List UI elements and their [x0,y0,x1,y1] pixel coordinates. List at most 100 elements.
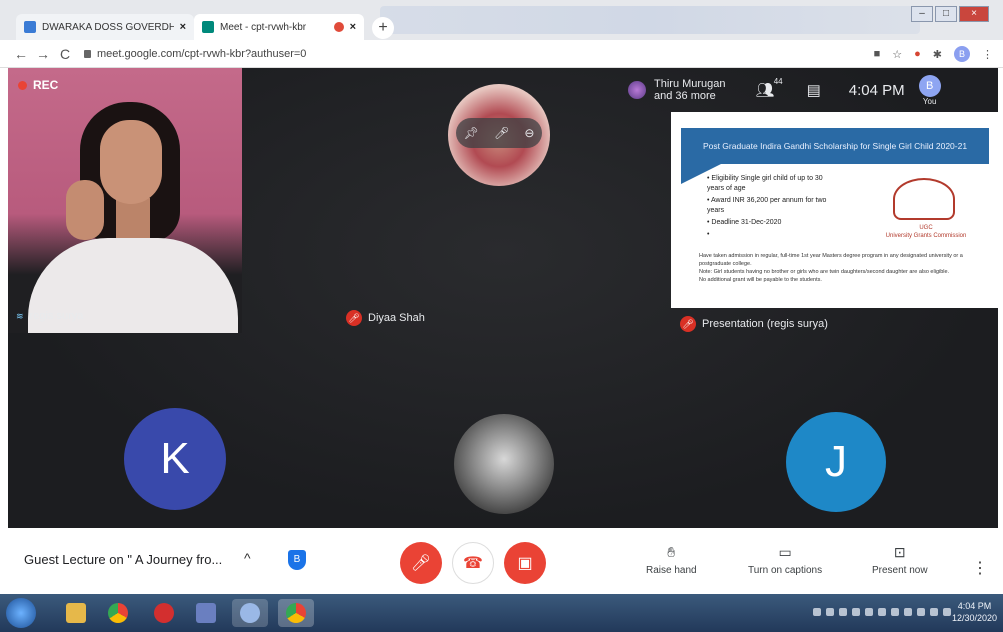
tray-icon[interactable] [813,608,821,616]
participant-avatar-buddha[interactable] [454,414,554,514]
taskbar-clock[interactable]: 4:04 PM 12/30/2020 [952,600,997,624]
present-now-button[interactable]: ⊡ Present now [872,544,928,576]
window-controls: – □ × [911,6,989,22]
camera-toggle-button[interactable]: ▣ [504,542,546,584]
rec-label: REC [33,78,59,92]
bookmark-star-icon[interactable]: ☆ [892,48,902,61]
participant-name: ≋ regis surya [16,310,83,322]
maximize-button[interactable]: □ [935,6,957,22]
slide-note: Have taken admission in regular, full-ti… [699,253,963,267]
raise-hand-button[interactable]: ✋︎ Raise hand [646,544,697,576]
shield-icon[interactable]: B [288,550,306,570]
more-options-icon[interactable]: ⋮ [972,558,988,578]
captions-label: Turn on captions [748,565,823,576]
minimize-button[interactable]: – [911,6,933,22]
participant-avatar-k[interactable]: K [124,408,226,510]
recording-badge: REC [18,78,58,92]
participant-name-text: Diyaa Shah [368,312,425,324]
extension-icon[interactable]: ● [914,48,921,60]
participant-name: 🎤︎ Presentation (regis surya) [680,316,828,332]
meeting-time: 4:04 PM [848,81,905,99]
ugc-logo-icon [893,178,955,220]
slide-title: Post Graduate Indira Gandhi Scholarship … [681,128,989,164]
back-arrow-icon[interactable]: ← [10,46,32,62]
close-tab-icon[interactable]: × [180,21,186,33]
tray-icon[interactable] [852,608,860,616]
participant-tile-regis[interactable]: REC ≋ regis surya [8,68,242,333]
slide-bullet: Deadline 31-Dec-2020 [707,218,837,228]
lock-icon [84,49,91,58]
presentation-slide[interactable]: Post Graduate Indira Gandhi Scholarship … [671,112,999,308]
volume-icon[interactable] [943,608,951,616]
taskbar-edge[interactable] [232,599,268,627]
app-icon [196,603,216,623]
taskbar-app[interactable] [188,599,224,627]
start-button[interactable] [6,598,36,628]
taskbar-chrome[interactable] [100,599,136,627]
taskbar-chrome-active[interactable] [278,599,314,627]
close-window-button[interactable]: × [959,6,989,22]
forward-arrow-icon[interactable]: → [32,46,54,62]
doc-favicon-icon [24,21,36,33]
mic-off-icon: 🎤︎ [346,310,362,326]
taskbar-explorer[interactable] [58,599,94,627]
present-label: Present now [872,565,928,576]
close-tab-icon[interactable]: × [350,21,356,33]
tile-hover-controls: 📌︎ 🎤︎ ⊖ [456,118,542,148]
chrome-icon [108,603,128,623]
puzzle-icon[interactable]: ✱ [933,48,942,61]
chrome-icon [286,603,306,623]
participant-name-text: Presentation (regis surya) [702,318,828,330]
tray-icon[interactable] [917,608,925,616]
you-label: You [922,96,937,106]
browser-icon [240,603,260,623]
network-icon[interactable] [930,608,938,616]
meet-controls-bar: Guest Lecture on " A Journey fro... ^ B … [0,528,1003,594]
tab-dwaraka-doss[interactable]: DWARAKA DOSS GOVERDHAN × [16,14,194,40]
reload-icon[interactable]: C [54,46,76,62]
recording-dot-icon [333,22,344,32]
chevron-up-icon[interactable]: ^ [244,550,251,566]
browser-tabstrip: DWARAKA DOSS GOVERDHAN × Meet - cpt-rvwh… [0,0,1003,40]
participant-avatar-j[interactable]: J [786,412,886,512]
camera-ext-icon[interactable]: ■ [874,48,881,60]
viewers-line-1: Thiru Murugan [654,78,726,90]
tab-title: Meet - cpt-rvwh-kbr [220,21,307,33]
tab-meet[interactable]: Meet - cpt-rvwh-kbr × [194,14,364,40]
meeting-title[interactable]: Guest Lecture on " A Journey fro... [24,552,222,567]
tray-icon[interactable] [826,608,834,616]
tray-icon[interactable] [865,608,873,616]
self-view[interactable]: B You [918,74,941,106]
pin-icon[interactable]: 📌︎ [464,126,479,140]
tray-icon[interactable] [904,608,912,616]
tray-icon[interactable] [878,608,886,616]
ugc-logo-text: UGC University Grants Commission [871,224,981,240]
participant-name-text: regis surya [29,310,84,322]
phone-hangup-icon: ☎︎ [463,555,483,572]
captions-icon: ▭ [778,544,792,560]
tray-icon[interactable] [891,608,899,616]
new-tab-button[interactable]: + [372,17,394,39]
slide-bullets: Eligibility Single girl child of up to 3… [707,174,837,242]
camera-off-icon: ▣ [517,555,533,572]
logo-text-line-1: UGC [919,225,933,231]
chat-icon[interactable]: ▤ [807,81,821,99]
slide-bullet: Eligibility Single girl child of up to 3… [707,174,837,194]
remove-participant-icon[interactable]: ⊖ [524,126,534,140]
participants-icon[interactable]: 👥︎ 44 [756,77,783,99]
profile-avatar[interactable]: B [954,46,970,62]
hand-icon: ✋︎ [667,544,676,560]
participant-video-face [100,120,162,204]
captions-button[interactable]: ▭ Turn on captions [748,544,822,576]
browser-menu-icon[interactable]: ⋮ [982,48,993,61]
tray-icon[interactable] [839,608,847,616]
clock-time: 4:04 PM [957,601,992,611]
mic-toggle-button[interactable]: 🎤︎ [400,542,442,584]
leave-call-button[interactable]: ☎︎ [452,542,494,584]
viewers-summary[interactable]: Thiru Murugan and 36 more [628,78,726,102]
mute-participant-icon[interactable]: 🎤︎ [494,126,509,140]
taskbar-opera[interactable] [146,599,182,627]
url-field[interactable]: meet.google.com/cpt-rvwh-kbr?authuser=0 [84,48,306,60]
participant-count: 44 [773,77,783,86]
viewer-avatar [628,81,646,99]
